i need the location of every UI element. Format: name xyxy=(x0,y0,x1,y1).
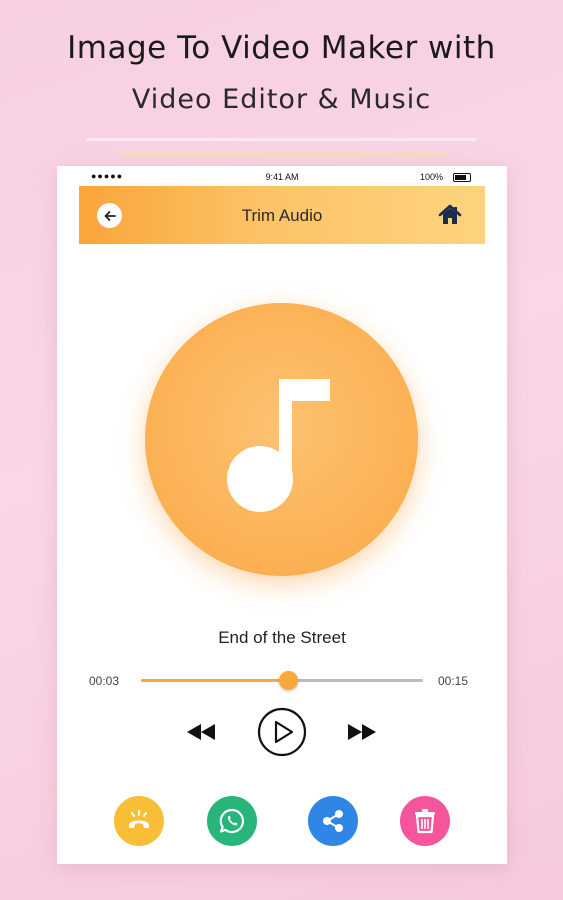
action-bar xyxy=(57,796,507,846)
phone-ring-icon xyxy=(129,810,149,828)
promo-headline: Image To Video Maker with xyxy=(67,30,496,66)
promo-subline: Video Editor & Music xyxy=(131,84,432,115)
seek-bar[interactable] xyxy=(141,671,423,690)
share-button[interactable] xyxy=(308,796,358,846)
seek-bar-progress xyxy=(141,679,288,682)
seek-bar-thumb[interactable] xyxy=(278,671,298,690)
play-icon xyxy=(257,707,307,757)
trash-icon xyxy=(415,809,435,834)
app-bar: Trim Audio xyxy=(79,186,485,244)
current-time: 00:03 xyxy=(89,674,120,688)
delete-button[interactable] xyxy=(400,796,450,846)
home-icon xyxy=(438,204,462,224)
battery-icon xyxy=(453,173,471,182)
rewind-button[interactable] xyxy=(185,720,217,744)
home-button[interactable] xyxy=(437,202,463,228)
page-title: Trim Audio xyxy=(241,206,323,225)
total-time: 00:15 xyxy=(438,674,469,688)
rewind-icon xyxy=(187,724,215,740)
song-title: End of the Street xyxy=(218,628,346,647)
divider xyxy=(86,138,477,141)
divider-accent xyxy=(118,152,446,157)
battery-percent: 100% xyxy=(419,172,443,182)
fast-forward-icon xyxy=(348,724,376,740)
whatsapp-share-button[interactable] xyxy=(207,796,257,846)
whatsapp-icon xyxy=(219,808,245,834)
fast-forward-button[interactable] xyxy=(346,720,378,744)
music-note-icon xyxy=(227,379,330,512)
play-button[interactable] xyxy=(256,706,308,758)
playback-controls xyxy=(57,706,507,758)
share-icon xyxy=(323,810,343,832)
phone-screen: ●●●●● 9:41 AM 100% Trim Audio End of the… xyxy=(57,166,507,864)
status-bar: ●●●●● 9:41 AM 100% xyxy=(79,166,485,186)
album-art xyxy=(145,303,418,576)
set-ringtone-button[interactable] xyxy=(114,796,164,846)
